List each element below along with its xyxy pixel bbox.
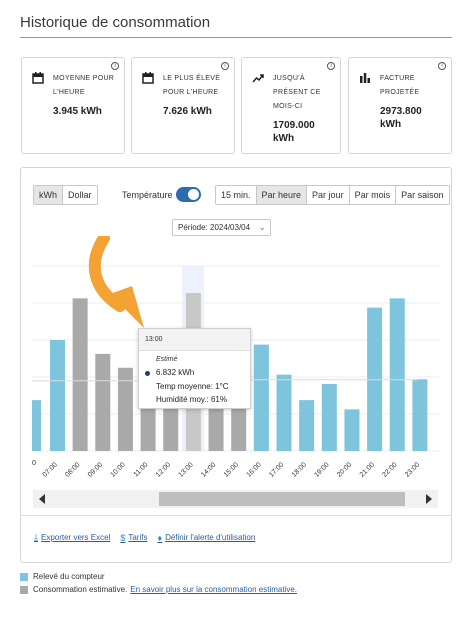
period-select[interactable]: Période: 2024/03/04 ⌄	[172, 219, 271, 236]
rates-label: Tarifs	[128, 533, 148, 542]
export-label: Exporter vers Excel	[40, 533, 111, 542]
bar-2300	[412, 379, 428, 451]
info-icon[interactable]: i	[327, 62, 335, 70]
tooltip-humidity: Humidité moy.: 61%	[156, 395, 227, 404]
card-projected-bill: i FACTURE PROJETÉE 2973.800 kWh	[348, 57, 452, 154]
bar-1700	[276, 374, 292, 451]
bar-2200	[389, 298, 405, 451]
bar-1900	[321, 383, 337, 451]
unit-toggle: kWh Dollar	[33, 185, 98, 205]
bar-chart-icon	[360, 73, 370, 83]
x-tick-label: 17:00	[268, 461, 285, 478]
tooltip-value: 6.832 kWh	[156, 368, 195, 377]
rates-link[interactable]: $ Tarifs	[120, 532, 147, 543]
bar-2000	[344, 409, 360, 451]
legend-estimated: Consommation estimative. En savoir plus …	[20, 585, 297, 594]
x-tick-label: 21:00	[359, 461, 376, 478]
bar-1800	[299, 400, 315, 451]
card-label: LE PLUS ÉLEVÉ POUR L'HEURE	[163, 75, 221, 96]
scroll-thumb[interactable]	[159, 492, 405, 506]
unit-dollar-button[interactable]: Dollar	[63, 186, 97, 204]
period-label: Période: 2024/03/04	[178, 223, 251, 232]
legend-meter-label: Relevé du compteur	[33, 572, 105, 581]
tab-monthly[interactable]: Par mois	[349, 186, 397, 204]
x-tick-label: 15:00	[223, 461, 240, 478]
tab-seasonal[interactable]: Par saison	[396, 186, 449, 204]
learn-more-link[interactable]: En savoir plus sur la consommation estim…	[130, 585, 297, 594]
tab-15-min[interactable]: 15 min.	[216, 186, 257, 204]
tooltip-time: 13:00	[139, 329, 250, 351]
tab-hourly[interactable]: Par heure	[256, 186, 308, 204]
toggle-knob	[188, 189, 199, 200]
tooltip-estimated-label: Estimé	[156, 356, 178, 363]
chart-tooltip: 13:00 Estimé 6.832 kWh Temp moyenne: 1°C…	[138, 328, 251, 409]
x-tick-labels: 07:00 08:00 09:00 10:00 11:00 12:00 13:00 14:00…	[32, 460, 421, 479]
legend-estimated-label: Consommation estimative.	[33, 585, 128, 594]
info-icon[interactable]: i	[221, 62, 229, 70]
info-icon[interactable]: i	[438, 62, 446, 70]
card-month-to-date: i JUSQU'À PRÉSENT CE MOIS-CI 1709.000 kW…	[241, 57, 341, 154]
x-tick-label: 09:00	[87, 461, 104, 478]
calendar-icon	[32, 72, 44, 84]
info-icon[interactable]: i	[111, 62, 119, 70]
x-tick-label: 22:00	[381, 461, 398, 478]
alert-label: Définir l'alerte d'utilisation	[165, 533, 256, 542]
bar-meter-partial	[32, 400, 41, 451]
card-value: 7.626 kWh	[163, 106, 212, 117]
bar-1600	[253, 344, 269, 451]
x-tick-label: 14:00	[200, 461, 217, 478]
tooltip-temperature: Temp moyenne: 1°C	[156, 382, 229, 391]
x-tick-label: 23:00	[404, 461, 421, 478]
x-tick-label: 13:00	[177, 461, 194, 478]
card-label: JUSQU'À PRÉSENT CE MOIS-CI	[273, 75, 321, 110]
scroll-left-icon[interactable]	[39, 494, 45, 504]
action-links: ⤓ Exporter vers Excel $ Tarifs ♦ Définir l'…	[34, 532, 255, 543]
card-label: MOYENNE POUR L'HEURE	[53, 75, 115, 96]
legend-meter: Relevé du compteur	[20, 572, 105, 581]
download-icon: ⤓	[34, 532, 38, 542]
x-tick-label-partial: 0	[32, 460, 36, 467]
x-tick-label: 11:00	[133, 461, 150, 478]
card-label: FACTURE PROJETÉE	[380, 75, 420, 96]
scroll-right-icon[interactable]	[426, 494, 432, 504]
card-hourly-peak: i LE PLUS ÉLEVÉ POUR L'HEURE 7.626 kWh	[131, 57, 235, 154]
x-tick-label: 10:00	[110, 461, 127, 478]
calendar-icon	[142, 72, 154, 84]
x-tick-label: 08:00	[64, 461, 81, 478]
pointer-arrow-icon	[88, 236, 144, 328]
temperature-label: Température	[122, 190, 173, 200]
bell-icon: ♦	[157, 532, 163, 543]
trend-up-icon	[252, 74, 264, 83]
panel-divider	[20, 515, 452, 516]
chevron-down-icon: ⌄	[258, 222, 266, 232]
tab-daily[interactable]: Par jour	[307, 186, 350, 204]
title-rule	[20, 37, 452, 38]
tooltip-series-dot	[145, 371, 150, 376]
bar-0900	[95, 353, 111, 451]
card-value: 1709.000 kWh	[273, 120, 315, 144]
x-tick-label: 07:00	[42, 461, 59, 478]
unit-kwh-button[interactable]: kWh	[34, 186, 63, 204]
x-tick-label: 18:00	[291, 461, 308, 478]
legend-swatch-meter	[20, 572, 28, 581]
page-title: Historique de consommation	[20, 14, 211, 31]
export-excel-link[interactable]: ⤓ Exporter vers Excel	[34, 532, 110, 543]
usage-alert-link[interactable]: ♦ Définir l'alerte d'utilisation	[157, 532, 255, 543]
x-tick-label: 12:00	[155, 461, 172, 478]
interval-tabs: 15 min. Par heure Par jour Par mois Par …	[215, 185, 450, 205]
card-value: 2973.800 kWh	[380, 106, 422, 130]
dollar-icon: $	[120, 532, 126, 543]
x-tick-label: 20:00	[336, 461, 353, 478]
temperature-toggle[interactable]	[176, 187, 201, 202]
card-hourly-average: i MOYENNE POUR L'HEURE 3.945 kWh	[21, 57, 125, 154]
bar-0700	[50, 340, 65, 451]
x-tick-label: 16:00	[245, 461, 262, 478]
legend-swatch-estimated	[20, 585, 28, 594]
chart-scrollbar[interactable]	[33, 490, 438, 508]
card-value: 3.945 kWh	[53, 106, 102, 117]
x-tick-label: 19:00	[313, 461, 330, 478]
